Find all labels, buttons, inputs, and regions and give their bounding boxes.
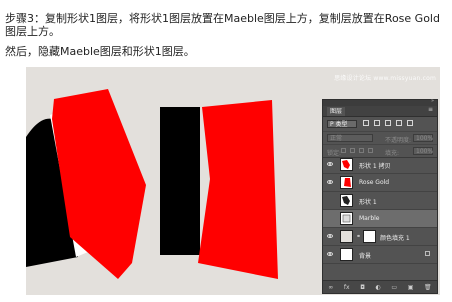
watermark: 思缘设计论坛 www.missyuan.com (334, 75, 436, 82)
blend-mode-select[interactable]: 正常 (327, 134, 373, 142)
visibility-eye-icon[interactable] (327, 233, 333, 239)
type-filter-icon[interactable] (385, 120, 391, 126)
new-layer-icon[interactable]: ▣ (408, 284, 414, 291)
step-text: 复制形状1图层，将形状1图层放置在Maeble图层上方，复制层放置在Rose G… (5, 12, 440, 38)
layer-name: 颜色填充 1 (380, 235, 410, 242)
blend-row: 正常 不透明度: 100% (323, 132, 437, 145)
lock-all-icon[interactable] (368, 148, 373, 153)
filter-row: P 类型 (323, 117, 437, 132)
mask-thumbnail (363, 230, 376, 243)
layer-name: Marble (359, 215, 380, 222)
adjustment-filter-icon[interactable] (374, 120, 380, 126)
kind-filter-select[interactable]: P 类型 (327, 120, 357, 128)
link-icon[interactable]: ∞ (328, 284, 333, 291)
visibility-eye-icon[interactable] (327, 161, 333, 167)
lock-paint-icon[interactable] (350, 148, 355, 153)
panel-menu-icon[interactable]: ≡ (428, 106, 433, 113)
red-shape-right (198, 100, 278, 279)
lock-position-icon[interactable] (359, 148, 364, 153)
layer-row-shape1-copy[interactable]: 形状 1 拷贝 (323, 156, 437, 174)
shape-thumbnail (340, 176, 353, 189)
opacity-label: 不透明度: (385, 137, 412, 144)
smart-filter-icon[interactable] (407, 120, 413, 126)
layer-name: 背景 (359, 253, 372, 260)
smart-object-thumbnail (340, 212, 353, 225)
tab-layers[interactable]: 图层 (327, 107, 346, 116)
link-chain-icon: ⚭ (356, 233, 362, 240)
fill-thumbnail (340, 230, 353, 243)
lock-icons (341, 148, 373, 153)
fx-icon[interactable]: fx (344, 284, 350, 291)
layer-row-shape1[interactable]: 形状 1 (323, 192, 437, 210)
pixel-filter-icon[interactable] (363, 120, 369, 126)
panel-tabbar: 图层 ≡ (323, 106, 437, 117)
background-thumbnail (340, 248, 353, 261)
trash-icon[interactable]: 🗑 (424, 284, 432, 291)
mask-icon[interactable]: ◘ (360, 284, 365, 291)
step-label: 步骤3： (5, 12, 45, 25)
layer-name: 形状 1 拷贝 (359, 163, 391, 170)
layer-name: 形状 1 (359, 199, 377, 206)
shape-filter-icon[interactable] (396, 120, 402, 126)
layer-row-color-fill[interactable]: ⚭ 颜色填充 1 (323, 228, 437, 246)
layer-name: Rose Gold (359, 179, 390, 186)
folder-icon[interactable]: ▭ (391, 284, 397, 291)
shape-thumbnail (340, 194, 353, 207)
filter-icons (363, 120, 413, 126)
step-paragraph: 步骤3：复制形状1图层，将形状1图层放置在Maeble图层上方，复制层放置在Ro… (5, 12, 445, 38)
hide-layers-paragraph: 然后，隐藏Maeble图层和形状1图层。 (5, 45, 195, 58)
panel-footer: ∞ fx ◘ ◐ ▭ ▣ 🗑 (323, 280, 437, 293)
adjustment-icon[interactable]: ◐ (376, 284, 381, 291)
layers-panel: » 图层 ≡ P 类型 正常 不透明度: 100% 锁定: 填充: 100% 形… (322, 98, 438, 294)
layer-list: 形状 1 拷贝 Rose Gold 形状 1 Marble ⚭ 颜色填充 1 背… (323, 156, 437, 264)
lock-pixels-icon[interactable] (341, 148, 346, 153)
layer-row-rose-gold[interactable]: Rose Gold (323, 174, 437, 192)
shape-thumbnail (340, 158, 353, 171)
layer-row-marble[interactable]: Marble (323, 210, 437, 228)
lock-icon (425, 251, 430, 256)
layer-row-background[interactable]: 背景 (323, 246, 437, 264)
opacity-field[interactable]: 100% (413, 134, 433, 142)
visibility-eye-icon[interactable] (327, 179, 333, 185)
fill-field[interactable]: 100% (413, 147, 433, 155)
collapse-icon[interactable]: » (431, 98, 434, 104)
visibility-eye-icon[interactable] (327, 251, 333, 257)
black-bar (160, 107, 200, 255)
photoshop-canvas: 思缘设计论坛 www.missyuan.com » 图层 ≡ P 类型 正常 不… (26, 67, 440, 295)
